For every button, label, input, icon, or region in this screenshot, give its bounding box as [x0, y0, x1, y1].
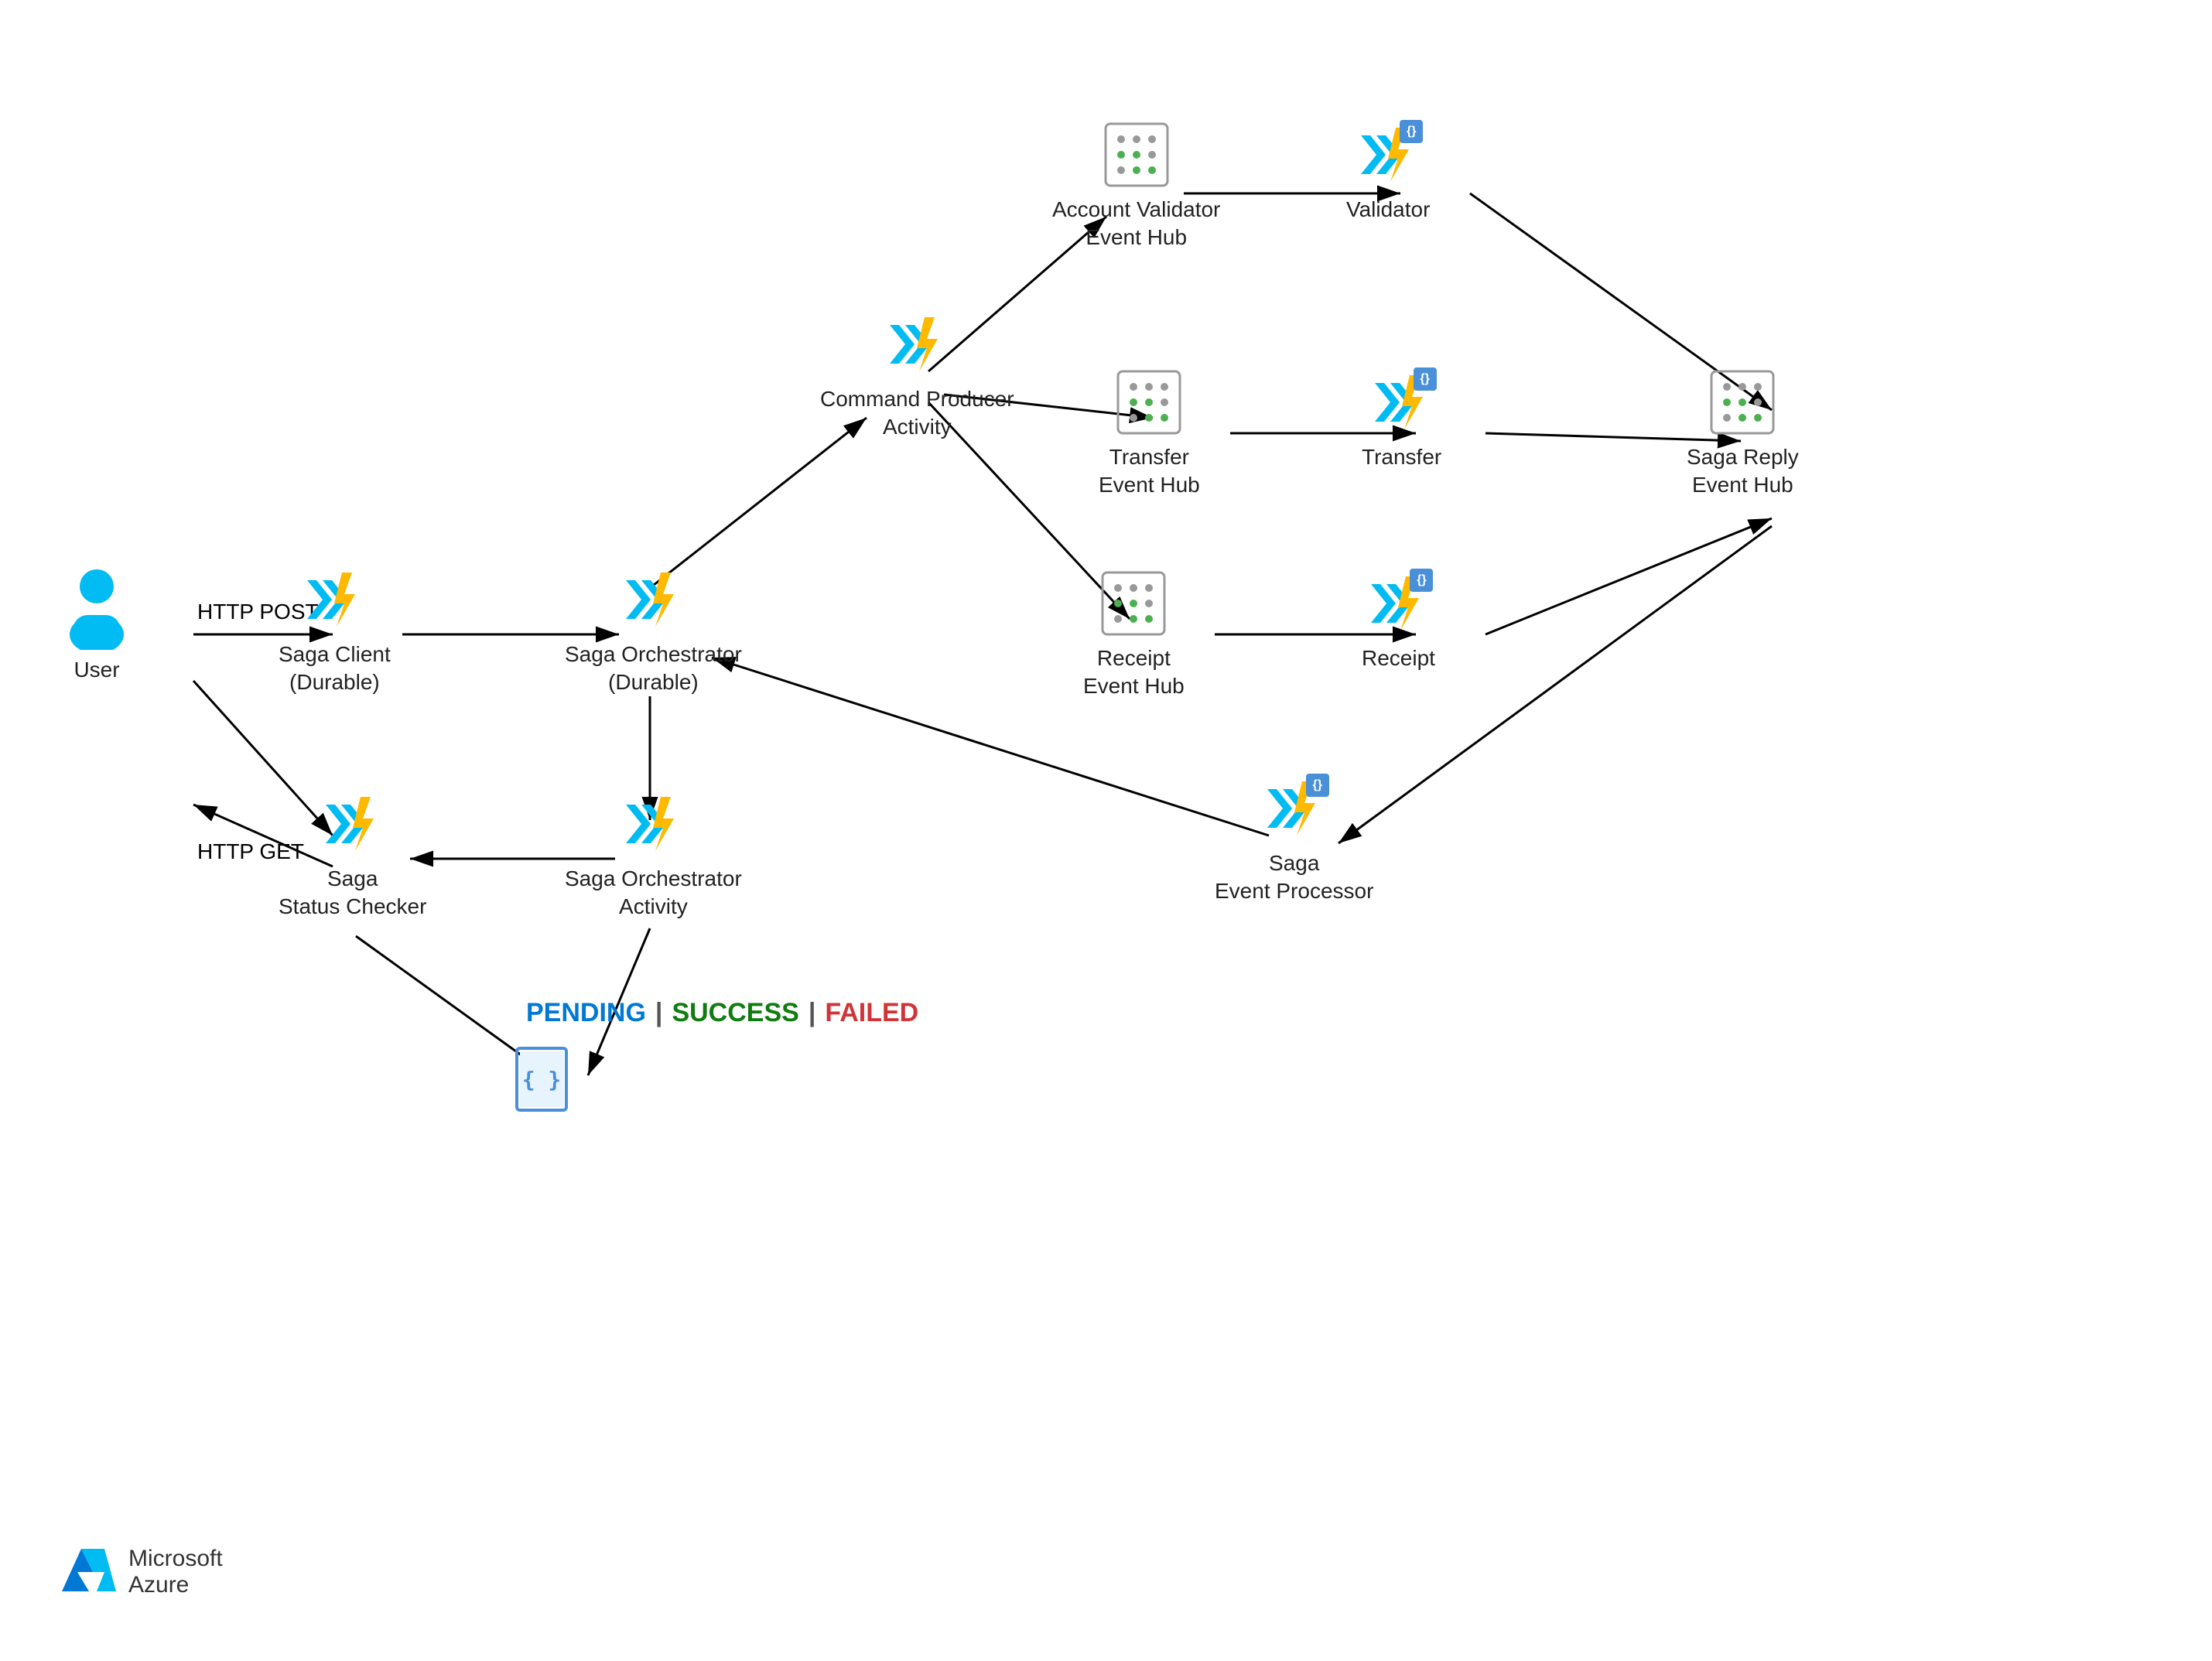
transfer-hub-label: TransferEvent Hub [1099, 443, 1200, 500]
saga-reply-hub-node: Saga ReplyEvent Hub [1687, 367, 1799, 500]
sep1: | [655, 998, 663, 1028]
validator-node: {} Validator [1346, 120, 1430, 224]
saga-client-node: Saga Client(Durable) [279, 565, 391, 697]
command-producer-icon [882, 309, 952, 379]
transfer-node: {} Transfer [1362, 367, 1441, 471]
saga-reply-hub-label: Saga ReplyEvent Hub [1687, 443, 1799, 500]
command-producer-node: Command ProducerActivity [820, 309, 1014, 442]
saga-status-checker-icon [318, 789, 388, 859]
storage-icon: { } [511, 1044, 573, 1114]
command-producer-label: Command ProducerActivity [820, 385, 1014, 442]
account-validator-hub-label: Account ValidatorEvent Hub [1052, 196, 1220, 252]
saga-event-processor-label: SagaEvent Processor [1215, 849, 1373, 906]
account-validator-hub-icon [1102, 120, 1171, 190]
validator-label: Validator [1346, 196, 1430, 224]
user-node: User [62, 565, 132, 684]
sep2: | [809, 998, 816, 1028]
saga-client-icon [299, 565, 369, 634]
saga-orchestrator-activity-icon [618, 789, 688, 859]
azure-logo-line1: Microsoft [128, 1546, 223, 1572]
transfer-hub-icon [1114, 367, 1184, 437]
receipt-hub-node: ReceiptEvent Hub [1083, 569, 1185, 701]
saga-client-label: Saga Client(Durable) [279, 641, 391, 697]
pending-label: PENDING [526, 998, 646, 1028]
status-labels: PENDING | SUCCESS | FAILED [526, 998, 918, 1028]
transfer-label: Transfer [1362, 443, 1441, 471]
receipt-node: {} Receipt [1362, 569, 1435, 672]
saga-orchestrator-icon [618, 565, 688, 634]
user-icon [62, 565, 132, 650]
user-label: User [74, 656, 119, 684]
storage-node: { } [511, 1044, 573, 1114]
azure-logo: Microsoft Azure [62, 1545, 223, 1599]
saga-orchestrator-label: Saga Orchestrator(Durable) [565, 641, 742, 697]
diagram-container: HTTP POST HTTP GET [0, 0, 2212, 1661]
azure-logo-line2: Azure [128, 1572, 223, 1598]
saga-event-processor-node: {} SagaEvent Processor [1215, 774, 1373, 906]
saga-orchestrator-activity-node: Saga OrchestratorActivity [565, 789, 742, 921]
azure-logo-icon [62, 1545, 116, 1599]
saga-orchestrator-node: Saga Orchestrator(Durable) [565, 565, 742, 697]
svg-text:{ }: { } [522, 1067, 562, 1092]
saga-status-checker-node: SagaStatus Checker [279, 789, 426, 921]
receipt-hub-icon [1099, 569, 1168, 638]
failed-label: FAILED [825, 998, 918, 1028]
saga-reply-hub-icon [1708, 367, 1777, 437]
saga-orchestrator-activity-label: Saga OrchestratorActivity [565, 865, 742, 921]
receipt-hub-label: ReceiptEvent Hub [1083, 644, 1185, 701]
transfer-hub-node: TransferEvent Hub [1099, 367, 1200, 500]
account-validator-hub-node: Account ValidatorEvent Hub [1052, 120, 1220, 252]
receipt-label: Receipt [1362, 644, 1435, 672]
saga-status-checker-label: SagaStatus Checker [279, 865, 426, 921]
success-label: SUCCESS [672, 998, 798, 1028]
